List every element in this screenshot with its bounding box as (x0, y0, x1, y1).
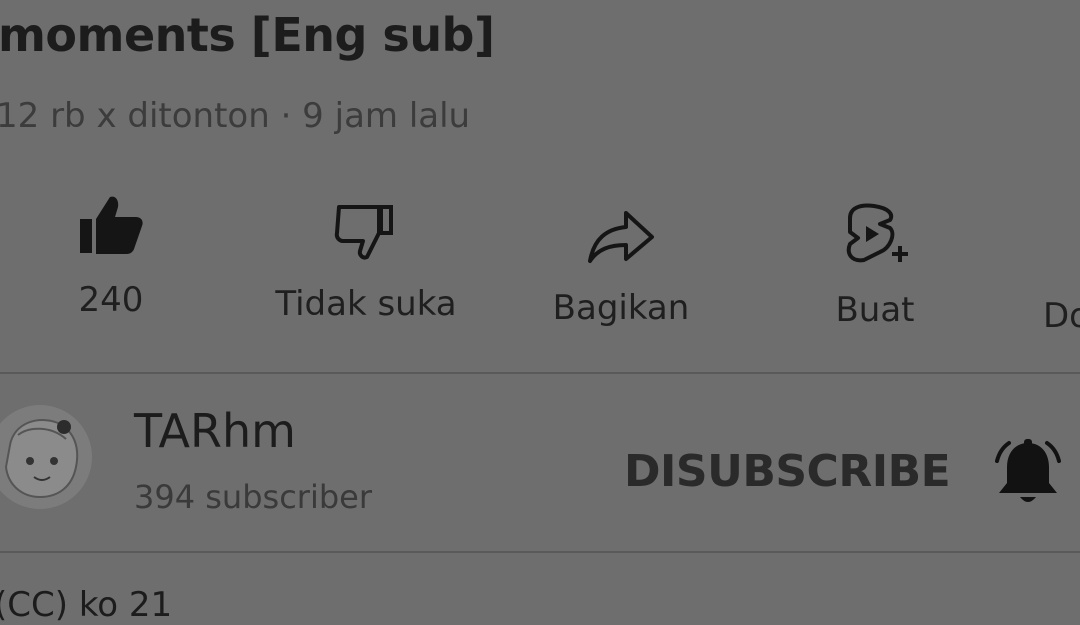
divider-top (0, 372, 1080, 374)
dislike-label: Tidak suka (275, 284, 457, 324)
divider-bottom (0, 551, 1080, 553)
thumbs-down-outline-icon (331, 196, 401, 266)
download-label[interactable]: Do (1043, 296, 1080, 336)
subscriber-count: 394 subscriber (134, 478, 372, 516)
share-arrow-icon (586, 200, 656, 270)
like-count: 240 (78, 280, 144, 320)
channel-avatar[interactable] (0, 405, 92, 509)
create-remix-icon (840, 200, 910, 270)
unsubscribe-button[interactable]: DISUBSCRIBE (624, 446, 951, 497)
thumbs-up-filled-icon (76, 190, 146, 260)
partial-next-text: (CC) ko 21 (0, 585, 173, 625)
video-meta[interactable]: 12 rb x ditonton · 9 jam lalu (0, 96, 470, 136)
video-title: moments [Eng sub] (0, 8, 495, 62)
share-label: Bagikan (552, 288, 690, 328)
bell-filled-icon[interactable] (993, 437, 1063, 511)
create-label: Buat (835, 290, 915, 330)
like-button[interactable]: 240 (76, 190, 146, 320)
dislike-button[interactable]: Tidak suka (266, 196, 466, 324)
share-button[interactable]: Bagikan (546, 200, 696, 328)
create-button[interactable]: Buat (820, 200, 930, 330)
channel-name[interactable]: TARhm (134, 404, 296, 458)
